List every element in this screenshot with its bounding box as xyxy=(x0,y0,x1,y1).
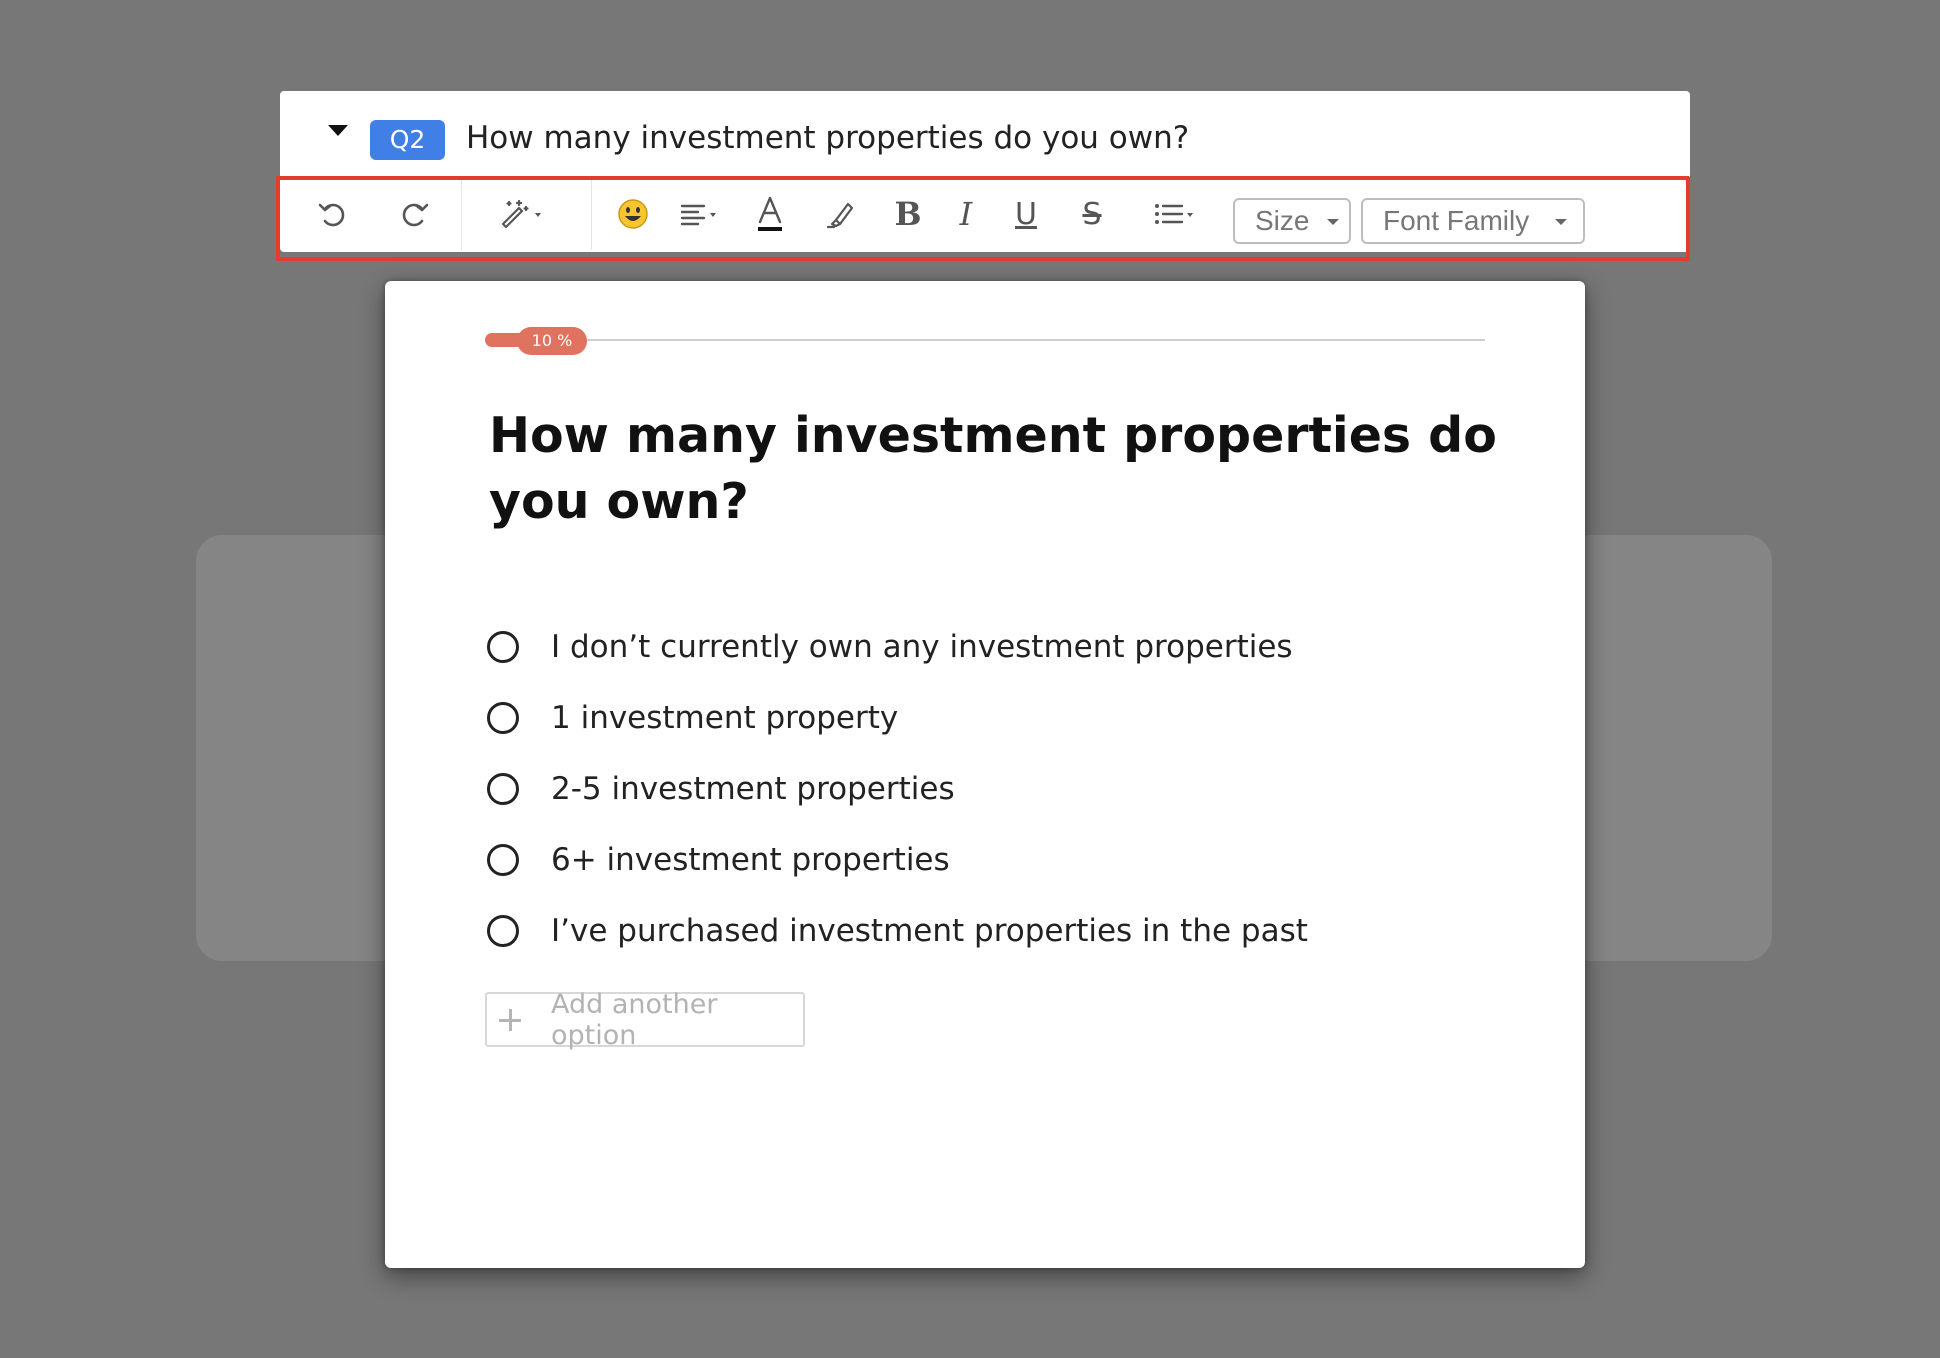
progress-track xyxy=(485,339,1485,341)
option-label: 6+ investment properties xyxy=(551,841,950,878)
answer-option[interactable]: 2-5 investment properties xyxy=(487,753,1308,824)
radio-button[interactable] xyxy=(487,843,519,876)
question-heading: How many investment properties do you ow… xyxy=(489,407,1497,530)
question-row: Q2 How many investment properties do you… xyxy=(280,91,1690,175)
answer-option[interactable]: I’ve purchased investment properties in … xyxy=(487,895,1308,966)
answer-options: I don’t currently own any investment pro… xyxy=(487,611,1308,966)
collapse-caret-icon[interactable] xyxy=(328,125,348,136)
question-title-input[interactable]: How many investment properties do you ow… xyxy=(466,113,1189,163)
radio-button[interactable] xyxy=(487,914,519,947)
radio-button[interactable] xyxy=(487,772,519,805)
question-number-badge: Q2 xyxy=(370,120,445,160)
radio-button[interactable] xyxy=(487,701,519,734)
option-label: 2-5 investment properties xyxy=(551,770,955,807)
option-label: I’ve purchased investment properties in … xyxy=(551,912,1308,949)
progress-percentage: 10 % xyxy=(517,327,587,355)
plus-icon xyxy=(499,1008,521,1031)
answer-option[interactable]: 6+ investment properties xyxy=(487,824,1308,895)
answer-option[interactable]: 1 investment property xyxy=(487,682,1308,753)
answer-option[interactable]: I don’t currently own any investment pro… xyxy=(487,611,1308,682)
add-option-label: Add another option xyxy=(551,988,718,1051)
question-preview-card: 10 % How many investment properties do y… xyxy=(385,281,1585,1268)
radio-button[interactable] xyxy=(487,630,519,663)
option-label: I don’t currently own any investment pro… xyxy=(551,628,1293,665)
toolbar-highlight-box xyxy=(276,176,1690,261)
option-label: 1 investment property xyxy=(551,699,899,736)
add-option-button[interactable]: Add another option xyxy=(485,989,805,1051)
